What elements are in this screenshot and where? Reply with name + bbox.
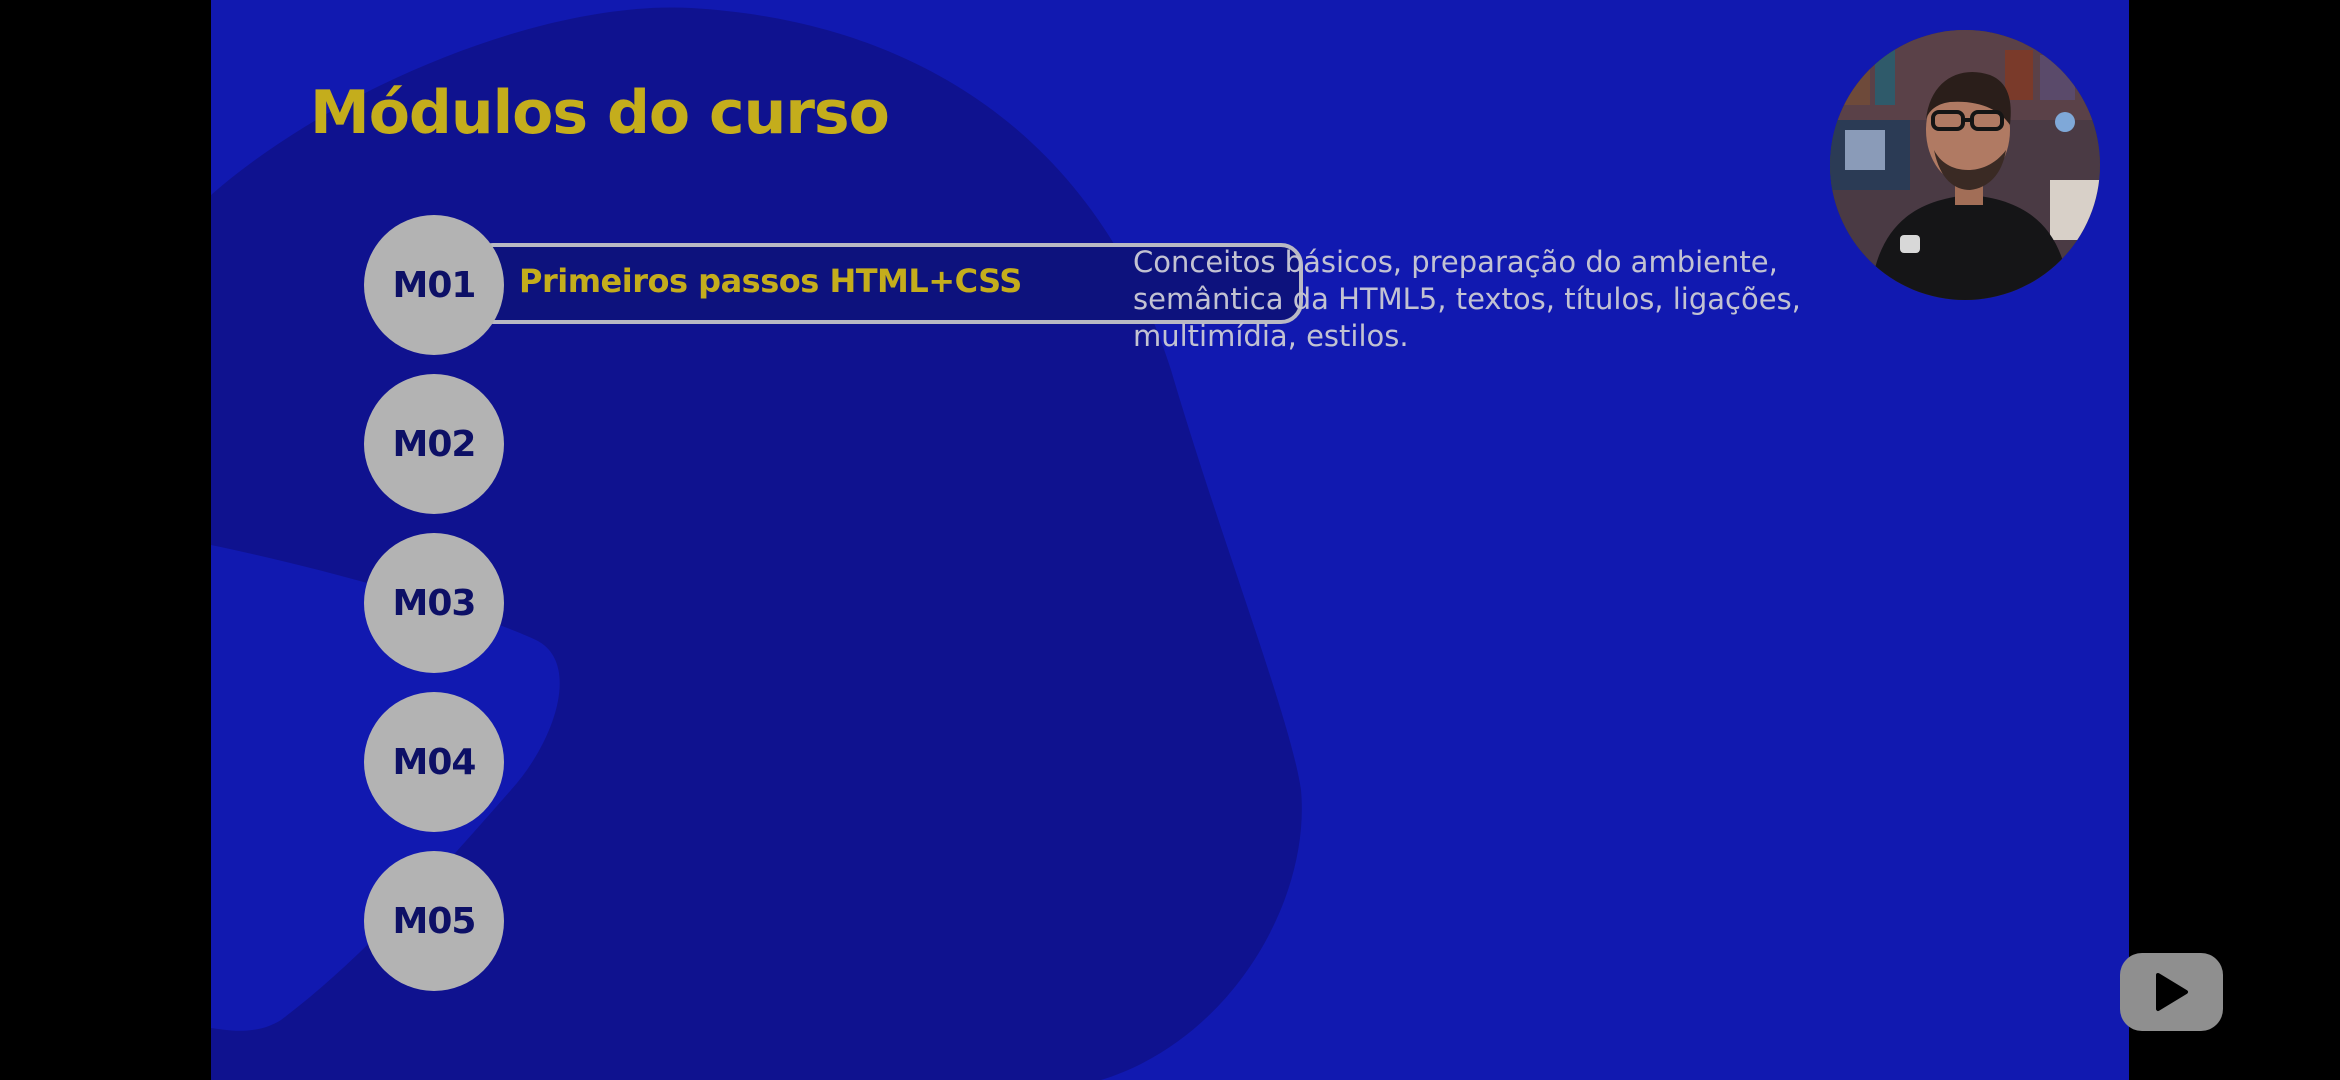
module-badge-m05: M05 — [364, 851, 504, 991]
play-button[interactable] — [2120, 953, 2223, 1031]
presenter-webcam — [1830, 30, 2100, 300]
module-badge-m03: M03 — [364, 533, 504, 673]
module-badge-m04: M04 — [364, 692, 504, 832]
slide-title: Módulos do curso — [310, 78, 890, 148]
module-description: Conceitos básicos, preparação do ambient… — [1133, 245, 1801, 353]
module-badge-m01: M01 — [364, 215, 504, 355]
module-badge-m02: M02 — [364, 374, 504, 514]
module-m01-title: Primeiros passos HTML+CSS — [519, 262, 1022, 300]
play-icon — [2155, 973, 2188, 1011]
video-frame[interactable]: Módulos do curso Primeiros passos HTML+C… — [211, 0, 2129, 1080]
